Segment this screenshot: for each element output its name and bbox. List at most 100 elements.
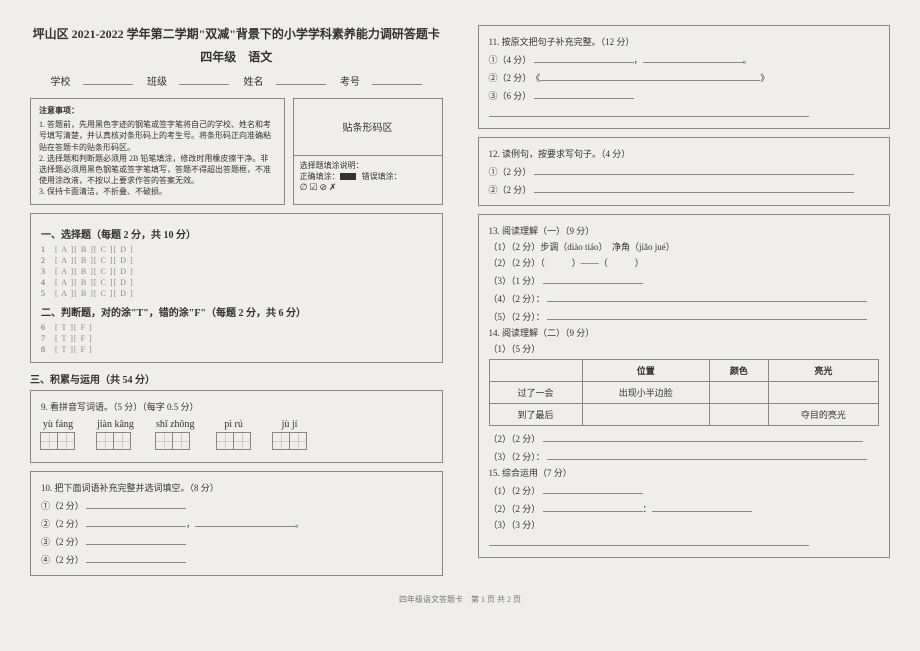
pinyin-label: shī zhōng (156, 419, 195, 430)
char-cell[interactable] (113, 432, 131, 450)
answer-blank[interactable] (540, 69, 760, 81)
q10-line-2: ②（2 分） (41, 519, 84, 529)
q12-line-2: ②（2 分） (489, 185, 532, 195)
answer-blank[interactable] (534, 51, 634, 63)
table-header (489, 360, 582, 382)
sec1-title: 一、选择题（每题 2 分，共 10 分） (41, 226, 432, 241)
name-label: 姓名 (244, 77, 264, 88)
pinyin-item: pì rú (217, 419, 251, 450)
char-cell[interactable] (57, 432, 75, 450)
q9-box: 9. 看拼音写词语。（5 分）（每字 0.5 分） yù fáng jiàn k… (30, 390, 443, 463)
bubble-row[interactable]: 2[ A ][ B ][ C ][ D ] (41, 256, 432, 265)
table-cell[interactable] (709, 382, 768, 404)
q12-line-1: ①（2 分） (489, 167, 532, 177)
q10-title: 10. 把下面词语补充完整并选词填空。（8 分） (41, 481, 432, 494)
answer-blank[interactable] (543, 430, 863, 442)
id-label: 考号 (340, 77, 360, 88)
q13-line-3: （3）（1 分） (489, 276, 541, 286)
q11-line-1: ①（4 分） (489, 55, 532, 65)
pinyin-label: pì rú (217, 419, 251, 430)
school-blank[interactable] (83, 73, 133, 85)
char-cell[interactable] (272, 432, 290, 450)
bubble-row[interactable]: 1[ A ][ B ][ C ][ D ] (41, 245, 432, 254)
bubble-row[interactable]: 6[ T ][ F ] (41, 323, 432, 332)
q13-line-2: （2）（2 分）（ ）——（ ） (489, 256, 880, 269)
page-footer: 四年级语文答题卡 第 1 页 共 2 页 (30, 594, 890, 605)
q10-box: 10. 把下面词语补充完整并选词填空。（8 分） ①（2 分） ②（2 分） ，… (30, 471, 443, 576)
answer-blank[interactable] (543, 500, 643, 512)
bubble-row[interactable]: 3[ A ][ B ][ C ][ D ] (41, 267, 432, 276)
choice-box: 一、选择题（每题 2 分，共 10 分） 1[ A ][ B ][ C ][ D… (30, 213, 443, 363)
char-cell[interactable] (216, 432, 234, 450)
answer-blank[interactable] (86, 515, 186, 527)
bubble-row[interactable]: 4[ A ][ B ][ C ][ D ] (41, 278, 432, 287)
sec3-title: 三、积累与运用（共 54 分） (30, 371, 443, 386)
notice-item-1: 1. 答题前，先用黑色字迹的钢笔或签字笔将自己的学校、姓名和考号填写清楚，并认真… (39, 119, 276, 153)
table-cell: 到了最后 (489, 404, 582, 426)
char-cell[interactable] (233, 432, 251, 450)
answer-blank[interactable] (489, 534, 809, 546)
subtitle: 四年级 语文 (30, 48, 443, 65)
answer-blank[interactable] (86, 533, 186, 545)
wrong-label: 错误填涂： (362, 172, 402, 181)
table-row: 过了一会 出现小半边脸 (489, 382, 879, 404)
char-cell[interactable] (289, 432, 307, 450)
q10-line-1: ①（2 分） (41, 501, 84, 511)
answer-blank[interactable] (547, 290, 867, 302)
correct-fill-icon (340, 173, 356, 180)
q13-q15-box: 13. 阅读理解（一）（9 分） （1）（2 分）步调（diào tiáo） 净… (478, 214, 891, 558)
table-cell[interactable] (582, 404, 709, 426)
answer-blank[interactable] (534, 181, 854, 193)
char-cell[interactable] (96, 432, 114, 450)
fill-instructions: 选择题填涂说明： 正确填涂： 错误填涂：∅☑⊘✗ (294, 156, 442, 204)
q14-line-1: （1）（5 分） (489, 342, 880, 355)
notice-title: 注意事项： (39, 105, 276, 116)
table-cell[interactable] (768, 382, 878, 404)
answer-blank[interactable] (547, 308, 867, 320)
sec2-title: 二、判断题，对的涂"T"，错的涂"F"（每题 2 分，共 6 分） (41, 304, 432, 319)
q13-line-1: （1）（2 分）步调（diào tiáo） 净角（jiǎo jué） (489, 240, 880, 253)
bubble-row[interactable]: 8[ T ][ F ] (41, 345, 432, 354)
char-cell[interactable] (40, 432, 58, 450)
table-cell: 夺目的亮光 (768, 404, 878, 426)
bubble-row[interactable]: 5[ A ][ B ][ C ][ D ] (41, 289, 432, 298)
q12-box: 12. 读例句，按要求写句子。（4 分） ①（2 分） ②（2 分） (478, 137, 891, 206)
table-cell[interactable] (709, 404, 768, 426)
bubble-row[interactable]: 7[ T ][ F ] (41, 334, 432, 343)
class-blank[interactable] (179, 73, 229, 85)
answer-blank[interactable] (534, 87, 634, 99)
notice-item-2: 2. 选择题和判断题必须用 2B 铅笔填涂，修改时用橡皮擦干净。非选择题必须用黑… (39, 153, 276, 187)
table-header: 位置 (582, 360, 709, 382)
answer-blank[interactable] (86, 497, 186, 509)
char-cell[interactable] (172, 432, 190, 450)
answer-blank[interactable] (195, 515, 295, 527)
q10-line-3: ③（2 分） (41, 537, 84, 547)
answer-blank[interactable] (543, 482, 643, 494)
notice-item-3: 3. 保持卡面清洁，不折叠、不破损。 (39, 186, 276, 197)
answer-blank[interactable] (543, 272, 643, 284)
correct-label: 正确填涂： (300, 172, 340, 181)
barcode-area[interactable]: 贴条形码区 (294, 99, 442, 156)
q14-title: 14. 阅读理解（二）（9 分） (489, 326, 880, 339)
fill-title: 选择题填涂说明： (300, 160, 436, 171)
q11-title: 11. 按原文把句子补充完整。（12 分） (489, 35, 880, 48)
answer-blank[interactable] (547, 448, 867, 460)
barcode-box: 贴条形码区 选择题填涂说明： 正确填涂： 错误填涂：∅☑⊘✗ (293, 98, 443, 205)
answer-blank[interactable] (86, 551, 186, 563)
answer-blank[interactable] (643, 51, 743, 63)
answer-blank[interactable] (489, 105, 809, 117)
name-blank[interactable] (276, 73, 326, 85)
answer-blank[interactable] (534, 163, 854, 175)
q15-line-2: （2）（2 分） (489, 504, 541, 514)
table-row: 到了最后 夺目的亮光 (489, 404, 879, 426)
table-cell: 过了一会 (489, 382, 582, 404)
q15-title: 15. 综合运用（7 分） (489, 466, 880, 479)
char-cell[interactable] (155, 432, 173, 450)
table-cell: 出现小半边脸 (582, 382, 709, 404)
id-blank[interactable] (372, 73, 422, 85)
q15-line-3: （3）（3 分） (489, 520, 541, 530)
q13-title: 13. 阅读理解（一）（9 分） (489, 224, 880, 237)
answer-blank[interactable] (652, 500, 752, 512)
q14-table: 位置 颜色 亮光 过了一会 出现小半边脸 到了最后 夺目的亮光 (489, 359, 880, 426)
q11-line-2: ②（2 分） 《 (489, 73, 541, 83)
